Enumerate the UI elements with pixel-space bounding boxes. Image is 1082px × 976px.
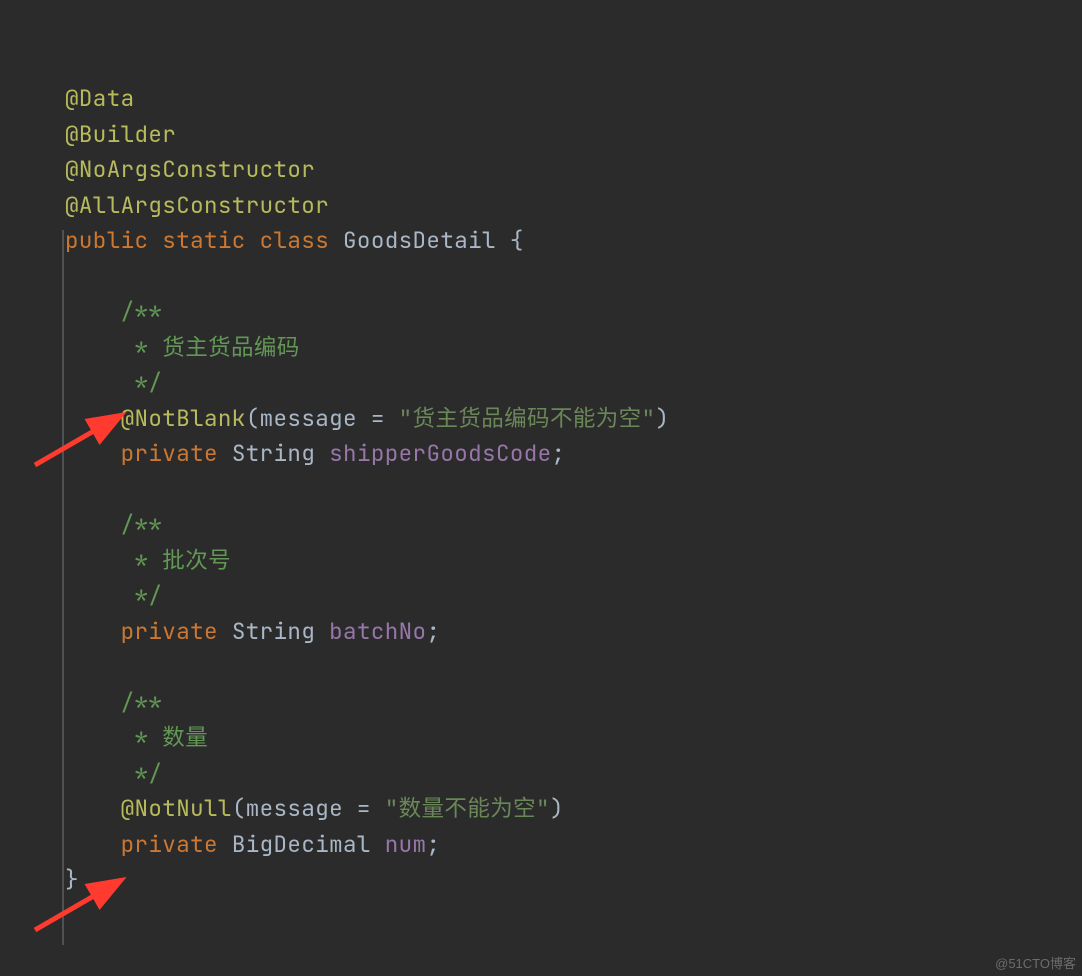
class-modifiers: public static class [65, 225, 329, 255]
annotation-param: message [260, 403, 357, 433]
field-name: batchNo [329, 616, 426, 646]
paren: ) [655, 403, 669, 433]
field-annotation: @NotNull [121, 793, 232, 823]
field-name: shipperGoodsCode [329, 438, 551, 468]
class-annotation: @NoArgsConstructor [65, 154, 315, 184]
javadoc: */ [121, 758, 163, 788]
class-annotation: @Data [65, 83, 135, 113]
javadoc: */ [121, 367, 163, 397]
close-brace: } [65, 864, 79, 894]
annotation-message: "数量不能为空" [385, 793, 550, 823]
indent-guide [62, 230, 64, 945]
field-type: String [232, 616, 315, 646]
code-editor: @Data @Builder @NoArgsConstructor @AllAr… [0, 0, 1082, 898]
javadoc: * 货主货品编码 [121, 332, 300, 362]
semicolon: ; [426, 829, 440, 859]
javadoc: * 数量 [121, 722, 209, 752]
field-modifier: private [121, 829, 218, 859]
class-annotation: @Builder [65, 119, 176, 149]
class-name: GoodsDetail [343, 225, 496, 255]
semicolon: ; [426, 616, 440, 646]
javadoc: /** [121, 687, 163, 717]
field-modifier: private [121, 438, 218, 468]
annotation-message: "货主货品编码不能为空" [399, 403, 656, 433]
javadoc: * 批次号 [121, 545, 231, 575]
paren: ( [232, 793, 246, 823]
javadoc: */ [121, 580, 163, 610]
field-type: BigDecimal [232, 829, 371, 859]
field-annotation: @NotBlank [121, 403, 246, 433]
annotation-param: message [246, 793, 343, 823]
class-annotation: @AllArgsConstructor [65, 190, 329, 220]
equals: = [357, 403, 399, 433]
semicolon: ; [552, 438, 566, 468]
paren: ( [246, 403, 260, 433]
open-brace: { [496, 225, 524, 255]
field-modifier: private [121, 616, 218, 646]
field-type: String [232, 438, 315, 468]
equals: = [343, 793, 385, 823]
paren: ) [550, 793, 564, 823]
field-name: num [385, 829, 427, 859]
watermark: @51CTO博客 [995, 953, 1076, 972]
javadoc: /** [121, 509, 163, 539]
javadoc: /** [121, 296, 163, 326]
